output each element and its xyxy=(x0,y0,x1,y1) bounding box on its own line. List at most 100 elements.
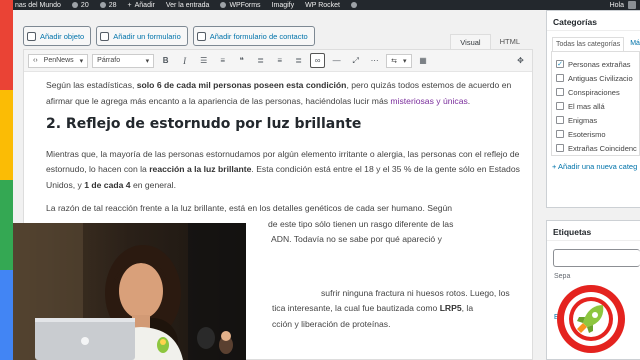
comments-icon xyxy=(99,2,106,8)
plus-icon: + xyxy=(127,1,132,9)
comments-count: 28 xyxy=(108,1,117,9)
admin-bar: nas del Mundo 20 28 + Añadir Ver la entra… xyxy=(13,0,640,10)
section-heading: 2. Reflejo de estornudo por luz brillant… xyxy=(46,116,362,132)
numbered-list-button[interactable]: ≡ xyxy=(215,53,230,68)
text-run: en general. xyxy=(130,179,176,190)
strip-red xyxy=(0,0,13,90)
quote-icon: ❝ xyxy=(239,56,244,65)
contact-form-icon xyxy=(196,31,206,41)
category-item[interactable]: Extrañas Coincidenc xyxy=(556,141,637,155)
table-button[interactable]: ▦ xyxy=(416,53,431,68)
admin-view-entry[interactable]: Ver la entrada xyxy=(166,2,210,9)
expand-editor-button[interactable]: ✥ xyxy=(513,53,528,68)
category-item[interactable]: Enigmas xyxy=(556,113,635,127)
align-left-button[interactable]: ≣ xyxy=(253,53,268,68)
insert-icon: ⇆ xyxy=(391,57,398,65)
wpforms-label: WPForms xyxy=(229,1,261,9)
category-label: Esoterismo xyxy=(568,129,606,139)
editor-toolbar: ‹› PenNews ▾ Párrafo ▾ B I ☰ ≡ ❝ ≣ ≡ ≣ ∞ — … xyxy=(24,50,532,72)
tab-html[interactable]: HTML xyxy=(491,34,529,49)
read-more-button[interactable]: — xyxy=(329,53,344,68)
admin-comments[interactable]: 28 xyxy=(99,1,117,9)
admin-site-title[interactable]: nas del Mundo xyxy=(15,2,61,9)
category-item[interactable]: Esoterismo xyxy=(556,127,635,141)
admin-status[interactable] xyxy=(351,2,357,8)
strip-blue xyxy=(0,270,13,360)
rocket-logo-icon xyxy=(557,285,625,353)
color-strip xyxy=(0,0,13,360)
align-left-icon: ≣ xyxy=(257,56,264,65)
category-label: Extrañas Coincidenc xyxy=(568,143,637,153)
add-form-button[interactable]: Añadir un formulario xyxy=(96,26,188,46)
admin-new[interactable]: + Añadir xyxy=(128,2,155,9)
category-label: Conspiraciones xyxy=(568,87,620,97)
pennews-dropdown[interactable]: ‹› PenNews ▾ xyxy=(28,53,89,68)
category-checkbox[interactable] xyxy=(556,74,564,82)
tab-most-used[interactable]: Má xyxy=(627,37,640,51)
text-run: tica interesante, la cual fue bautizada … xyxy=(272,303,440,313)
category-checkbox[interactable] xyxy=(556,116,564,124)
editor-view-tabs: Visual HTML xyxy=(450,34,529,49)
category-item[interactable]: El mas allá xyxy=(556,99,635,113)
admin-wprocket[interactable]: WP Rocket xyxy=(305,2,340,9)
category-label: Enigmas xyxy=(568,115,598,125)
link-icon: ∞ xyxy=(314,56,321,65)
categories-box: Categorías Todas las categorías Má ✓ Pers… xyxy=(546,10,640,208)
text-run: , la xyxy=(461,303,474,313)
category-checkbox[interactable] xyxy=(556,130,564,138)
admin-user[interactable]: Hola xyxy=(610,1,636,9)
add-category-link[interactable]: + Añadir una nueva categ xyxy=(547,156,640,177)
add-media-label: Añadir objeto xyxy=(40,31,85,41)
tab-all-categories[interactable]: Todas las categorías xyxy=(552,37,625,51)
fullscreen-button[interactable]: ⤢ xyxy=(348,53,363,68)
tags-input[interactable] xyxy=(553,249,640,267)
tab-visual[interactable]: Visual xyxy=(450,34,491,49)
expand-icon: ✥ xyxy=(517,56,524,65)
category-item[interactable]: Conspiraciones xyxy=(556,85,635,99)
numbered-list-icon: ≡ xyxy=(220,56,225,65)
italic-button[interactable]: I xyxy=(177,53,192,68)
paragraph-1: Según las estadísticas, solo 6 de cada m… xyxy=(46,78,520,109)
bold-text: LRP5 xyxy=(439,303,462,313)
admin-updates[interactable]: 20 xyxy=(71,2,89,9)
read-more-icon: — xyxy=(332,56,341,65)
category-item[interactable]: Antiguas Civilizacio xyxy=(556,71,635,85)
align-right-button[interactable]: ≣ xyxy=(291,53,306,68)
status-icon xyxy=(351,2,357,8)
media-buttons: Añadir objeto Añadir un formulario Añadi… xyxy=(23,26,315,46)
fullscreen-icon: ⤢ xyxy=(352,55,359,65)
wprocket-label: WP Rocket xyxy=(305,1,340,9)
category-checkbox[interactable] xyxy=(556,102,564,110)
category-checkbox[interactable]: ✓ xyxy=(556,60,564,68)
site-title-label: nas del Mundo xyxy=(15,1,61,9)
category-label: Antiguas Civilizacio xyxy=(568,73,633,83)
add-contact-form-label: Añadir formulario de contacto xyxy=(209,31,308,41)
add-contact-form-button[interactable]: Añadir formulario de contacto xyxy=(192,26,315,46)
category-list: ✓ Personas extrañas Antiguas Civilizacio Co… xyxy=(551,51,640,156)
align-center-button[interactable]: ≡ xyxy=(272,53,287,68)
chevron-down-icon: ▾ xyxy=(79,57,84,65)
blockquote-button[interactable]: ❝ xyxy=(234,53,249,68)
add-form-label: Añadir un formulario xyxy=(113,31,181,41)
admin-wpforms[interactable]: WPForms xyxy=(220,1,261,9)
bullet-list-button[interactable]: ☰ xyxy=(196,53,211,68)
format-select[interactable]: Párrafo ▾ xyxy=(92,53,155,68)
wpforms-icon xyxy=(220,2,227,8)
link-button[interactable]: ∞ xyxy=(310,53,326,68)
content-link[interactable]: misteriosas y únicas xyxy=(390,96,467,106)
category-checkbox[interactable] xyxy=(556,144,564,152)
bold-button[interactable]: B xyxy=(158,53,173,68)
presenter-video xyxy=(13,223,246,360)
categories-title: Categorías xyxy=(547,11,640,31)
view-entry-label: Ver la entrada xyxy=(165,1,210,9)
avatar xyxy=(628,1,636,9)
category-checkbox[interactable] xyxy=(556,88,564,96)
toolbar-toggle-button[interactable]: ⋯ xyxy=(367,53,382,68)
form-icon xyxy=(100,31,110,41)
admin-imagify[interactable]: Imagify xyxy=(272,2,295,9)
category-item[interactable]: ✓ Personas extrañas xyxy=(556,57,635,71)
tags-title: Etiquetas xyxy=(547,221,640,241)
insert-dropdown[interactable]: ⇆ ▾ xyxy=(386,53,412,68)
paragraph-2: Mientras que, la mayoría de las personas… xyxy=(46,147,520,194)
add-media-button[interactable]: Añadir objeto xyxy=(23,26,92,46)
